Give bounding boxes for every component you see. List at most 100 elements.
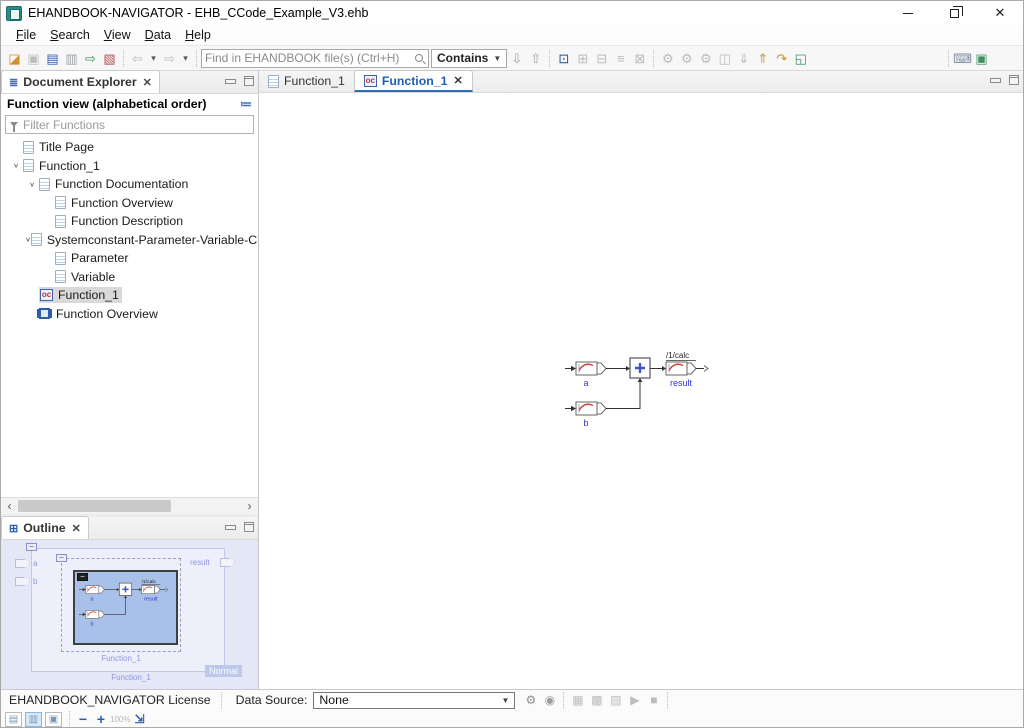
tree-item-function-description[interactable]: Function Description xyxy=(1,212,258,231)
measurement-a-icon[interactable]: ▦ xyxy=(568,692,587,709)
minimize-panel-button[interactable] xyxy=(990,78,1001,83)
print-icon[interactable]: ▥ xyxy=(62,49,81,68)
upload-icon[interactable]: ⇑ xyxy=(753,49,772,68)
pdf-export-icon[interactable]: ▧ xyxy=(100,49,119,68)
divider xyxy=(948,50,949,67)
document-icon xyxy=(23,141,34,154)
collapse-icon[interactable]: − xyxy=(56,554,67,562)
tree-item-variable[interactable]: Variable xyxy=(1,268,258,287)
chevron-down-icon[interactable]: ∨ xyxy=(25,236,31,243)
list-view-icon[interactable]: ≡ xyxy=(611,49,630,68)
function-diagram[interactable] xyxy=(565,350,715,435)
close-list-icon[interactable]: ⊠ xyxy=(630,49,649,68)
model-config-b-icon[interactable]: ⚙ xyxy=(677,49,696,68)
search-icon[interactable] xyxy=(415,54,423,62)
zoom-out-button[interactable]: − xyxy=(74,711,92,727)
visualization-icon[interactable]: ◉ xyxy=(540,692,559,709)
tree-item-systemconstant[interactable]: ∨ Systemconstant-Parameter-Variable-Cl xyxy=(1,231,258,250)
scrollbar-thumb[interactable] xyxy=(18,500,171,512)
document-info-icon[interactable]: ▤ xyxy=(43,49,62,68)
export-document-icon[interactable]: ⇨ xyxy=(81,49,100,68)
previous-function-icon[interactable]: ⊞ xyxy=(573,49,592,68)
tree-item-function-1-model[interactable]: oc Function_1 xyxy=(1,286,258,305)
new-window-icon[interactable]: ◱ xyxy=(791,49,810,68)
close-tab-icon[interactable]: ✕ xyxy=(453,74,462,87)
tree-item-function-documentation[interactable]: ∨ Function Documentation xyxy=(1,175,258,194)
panel-chrome xyxy=(225,522,254,532)
document-explorer-panel: ≣ Document Explorer ✕ Function view (alp… xyxy=(1,71,258,514)
goto-function-icon[interactable]: ⊡ xyxy=(554,49,573,68)
navigate-back-icon[interactable]: ⇦ xyxy=(128,49,147,68)
view-menu-icon[interactable]: ≔ xyxy=(240,97,252,111)
save-icon[interactable]: ▣ xyxy=(24,49,43,68)
connector-icon[interactable]: ◫ xyxy=(715,49,734,68)
find-next-icon[interactable]: ⇩ xyxy=(507,49,526,68)
collapse-icon[interactable]: − xyxy=(26,543,37,551)
chevron-down-icon[interactable]: ∨ xyxy=(9,162,23,169)
maximize-panel-button[interactable] xyxy=(244,522,254,532)
fit-to-screen-icon[interactable]: ⇲ xyxy=(130,711,149,728)
import-icon[interactable]: ⇓ xyxy=(734,49,753,68)
minimize-panel-button[interactable] xyxy=(225,79,236,84)
menu-view[interactable]: View xyxy=(97,26,138,44)
contains-dropdown[interactable]: Contains ▼ xyxy=(431,49,507,68)
tree-view-icon: ≣ xyxy=(9,76,18,89)
close-tab-icon[interactable]: ✕ xyxy=(143,76,152,89)
menu-file[interactable]: File xyxy=(9,26,43,44)
filter-functions-input[interactable] xyxy=(23,118,249,132)
forward-dropdown-icon[interactable]: ▾ xyxy=(179,49,192,68)
menu-search[interactable]: Search xyxy=(43,26,97,44)
back-dropdown-icon[interactable]: ▾ xyxy=(147,49,160,68)
tab-function-1-document[interactable]: Function_1 xyxy=(259,70,354,92)
app-window-icon[interactable]: ▣ xyxy=(972,49,991,68)
chevron-down-icon[interactable]: ∨ xyxy=(25,181,39,188)
navigate-forward-icon[interactable]: ⇨ xyxy=(160,49,179,68)
open-file-icon[interactable]: ◪ xyxy=(5,49,24,68)
tree-item-title-page[interactable]: Title Page xyxy=(1,138,258,157)
explorer-horizontal-scrollbar[interactable]: ‹ › xyxy=(1,497,258,514)
find-previous-icon[interactable]: ⇧ xyxy=(526,49,545,68)
menu-help[interactable]: Help xyxy=(178,26,218,44)
tab-outline[interactable]: ⊞ Outline ✕ xyxy=(1,516,89,539)
tree-item-parameter[interactable]: Parameter xyxy=(1,249,258,268)
tab-document-explorer[interactable]: ≣ Document Explorer ✕ xyxy=(1,70,160,93)
zoom-100-button[interactable]: 100% xyxy=(110,715,130,724)
close-tab-icon[interactable]: ✕ xyxy=(72,522,81,535)
minimize-panel-button[interactable] xyxy=(225,525,236,530)
left-panel-column: ≣ Document Explorer ✕ Function view (alp… xyxy=(1,71,259,689)
outline-minimap[interactable]: − − − a b result Function_1 Function_ xyxy=(1,540,258,689)
maximize-panel-button[interactable] xyxy=(1009,75,1019,85)
model-canvas[interactable] xyxy=(259,93,1023,689)
keyboard-shortcuts-icon[interactable]: ⌨ xyxy=(953,49,972,68)
find-input[interactable] xyxy=(205,51,415,65)
next-function-icon[interactable]: ⊟ xyxy=(592,49,611,68)
maximize-panel-button[interactable] xyxy=(244,76,254,86)
open-model-icon[interactable]: ↷ xyxy=(772,49,791,68)
measurement-c-icon[interactable]: ▨ xyxy=(606,692,625,709)
stop-icon[interactable]: ■ xyxy=(644,692,663,709)
model-config-c-icon[interactable]: ⚙ xyxy=(696,49,715,68)
toolbar-right-group: ⌨ ▣ xyxy=(944,49,991,68)
restore-icon xyxy=(950,9,959,18)
thumbnail-view-icon[interactable]: ▣ xyxy=(45,712,62,727)
model-config-a-icon[interactable]: ⚙ xyxy=(658,49,677,68)
tree-item-function-1[interactable]: ∨ Function_1 xyxy=(1,157,258,176)
tree-item-function-overview[interactable]: Function Overview xyxy=(1,194,258,213)
minimize-button[interactable] xyxy=(885,1,931,25)
book-view-icon[interactable]: ▥ xyxy=(25,712,42,727)
close-button[interactable]: ✕ xyxy=(977,1,1023,25)
play-icon[interactable]: ▶ xyxy=(625,692,644,709)
menu-data[interactable]: Data xyxy=(138,26,178,44)
restore-button[interactable] xyxy=(931,1,977,25)
collapse-icon[interactable]: − xyxy=(77,573,88,581)
status-bar: EHANDBOOK_NAVIGATOR License Data Source:… xyxy=(1,689,1023,727)
scroll-left-icon[interactable]: ‹ xyxy=(1,498,18,514)
tab-function-1-model[interactable]: oc Function_1 ✕ xyxy=(354,70,473,92)
tree-item-function-overview-chip[interactable]: Function Overview xyxy=(1,305,258,324)
single-page-view-icon[interactable]: ▤ xyxy=(5,712,22,727)
datasource-settings-icon[interactable]: ⚙ xyxy=(521,692,540,709)
scroll-right-icon[interactable]: › xyxy=(241,498,258,514)
zoom-in-button[interactable]: + xyxy=(92,711,110,727)
measurement-b-icon[interactable]: ▩ xyxy=(587,692,606,709)
datasource-select[interactable]: None ▼ xyxy=(313,692,515,709)
